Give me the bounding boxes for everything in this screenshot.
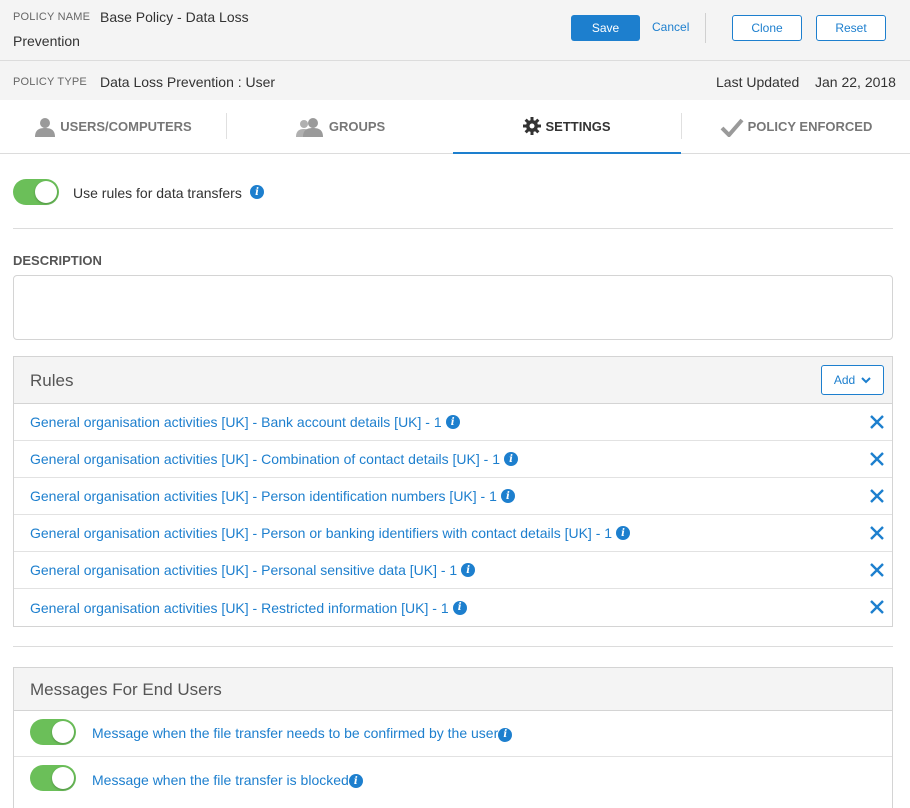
info-icon[interactable]: i: [504, 452, 518, 466]
message-confirm-item[interactable]: Message when the file transfer needs to …: [92, 725, 513, 742]
policy-type-label: POLICY TYPE: [13, 76, 87, 88]
rule-link[interactable]: General organisation activities [UK] - C…: [30, 451, 500, 467]
remove-rule-icon[interactable]: [870, 489, 884, 503]
tab-label: USERS/COMPUTERS: [60, 119, 192, 134]
message-blocked-toggle[interactable]: [30, 765, 76, 791]
gear-icon: [523, 117, 542, 135]
header-button-divider: [705, 13, 706, 43]
policy-type-value: Data Loss Prevention : User: [100, 74, 276, 90]
description-field[interactable]: [13, 275, 893, 340]
header-divider: [0, 60, 910, 61]
tab-label: POLICY ENFORCED: [747, 119, 873, 134]
reset-button[interactable]: Reset: [816, 15, 886, 41]
message-confirm-toggle[interactable]: [30, 719, 76, 745]
rule-row: General organisation activities [UK] - P…: [14, 478, 892, 515]
rules-panel-header: Rules Add: [14, 357, 892, 404]
remove-rule-icon[interactable]: [870, 563, 884, 577]
tab-policy-enforced[interactable]: POLICY ENFORCED: [682, 100, 910, 153]
last-updated-value: Jan 22, 2018: [815, 74, 896, 90]
checkmark-icon: [720, 117, 744, 137]
message-label: Message when the file transfer is blocke…: [92, 771, 349, 788]
messages-title: Messages For End Users: [30, 680, 222, 699]
rule-link[interactable]: General organisation activities [UK] - P…: [30, 525, 612, 541]
cancel-link[interactable]: Cancel: [652, 20, 689, 34]
message-blocked-item[interactable]: Message when the file transfer is blocke…: [92, 771, 363, 789]
policy-name-value: Base Policy - Data Loss: [100, 9, 249, 25]
remove-rule-icon[interactable]: [870, 600, 884, 614]
rules-panel: Rules Add General organisation activitie…: [13, 356, 893, 627]
use-rules-label: Use rules for data transfers: [73, 185, 242, 201]
rule-link[interactable]: General organisation activities [UK] - R…: [30, 600, 449, 616]
remove-rule-icon[interactable]: [870, 452, 884, 466]
policy-tabs: USERS/COMPUTERS GROUPS SETTINGS POLICY E…: [0, 100, 910, 154]
info-icon[interactable]: i: [500, 489, 515, 503]
add-label: Add: [833, 373, 856, 387]
rule-link[interactable]: General organisation activities [UK] - P…: [30, 562, 457, 578]
message-label: Message when the file transfer needs to …: [92, 725, 499, 742]
user-icon: [34, 117, 56, 137]
info-icon[interactable]: i: [498, 727, 513, 742]
info-icon[interactable]: i: [250, 185, 264, 199]
rule-link[interactable]: General organisation activities [UK] - P…: [30, 488, 497, 504]
section-divider: [13, 646, 893, 647]
message-row: Message when the file transfer needs to …: [14, 711, 892, 757]
rule-row: General organisation activities [UK] - P…: [14, 515, 892, 552]
description-label: DESCRIPTION: [13, 253, 102, 268]
tab-users-computers[interactable]: USERS/COMPUTERS: [0, 100, 226, 153]
rule-row: General organisation activities [UK] - R…: [14, 589, 892, 626]
tab-groups[interactable]: GROUPS: [227, 100, 453, 153]
rule-link[interactable]: General organisation activities [UK] - B…: [30, 414, 442, 430]
tab-settings[interactable]: SETTINGS: [453, 100, 681, 154]
tab-label: SETTINGS: [545, 118, 611, 134]
policy-name-value-continued: Prevention: [13, 33, 80, 49]
use-rules-toggle[interactable]: [13, 179, 59, 205]
policy-name-label: POLICY NAME: [13, 11, 91, 23]
rule-row: General organisation activities [UK] - P…: [14, 552, 892, 589]
save-button[interactable]: Save: [571, 15, 640, 41]
tab-label: GROUPS: [328, 119, 386, 134]
rules-title: Rules: [30, 371, 74, 390]
add-rule-button[interactable]: Add: [821, 365, 884, 395]
info-icon[interactable]: i: [445, 415, 460, 429]
clone-button[interactable]: Clone: [732, 15, 802, 41]
info-icon[interactable]: i: [616, 526, 631, 540]
rule-row: General organisation activities [UK] - C…: [14, 441, 892, 478]
chevron-down-icon: [861, 373, 871, 387]
rule-row: General organisation activities [UK] - B…: [14, 404, 892, 441]
remove-rule-icon[interactable]: [870, 526, 884, 540]
message-row: Message when the file transfer is blocke…: [14, 757, 892, 803]
info-icon[interactable]: i: [452, 600, 467, 615]
info-icon[interactable]: i: [348, 774, 363, 789]
section-divider: [13, 228, 893, 229]
info-icon[interactable]: i: [461, 563, 476, 577]
remove-rule-icon[interactable]: [870, 415, 884, 429]
users-icon: [295, 117, 325, 137]
last-updated-label: Last Updated: [716, 74, 800, 90]
messages-panel-header: Messages For End Users: [14, 668, 892, 711]
messages-panel: Messages For End Users Message when the …: [13, 667, 893, 808]
